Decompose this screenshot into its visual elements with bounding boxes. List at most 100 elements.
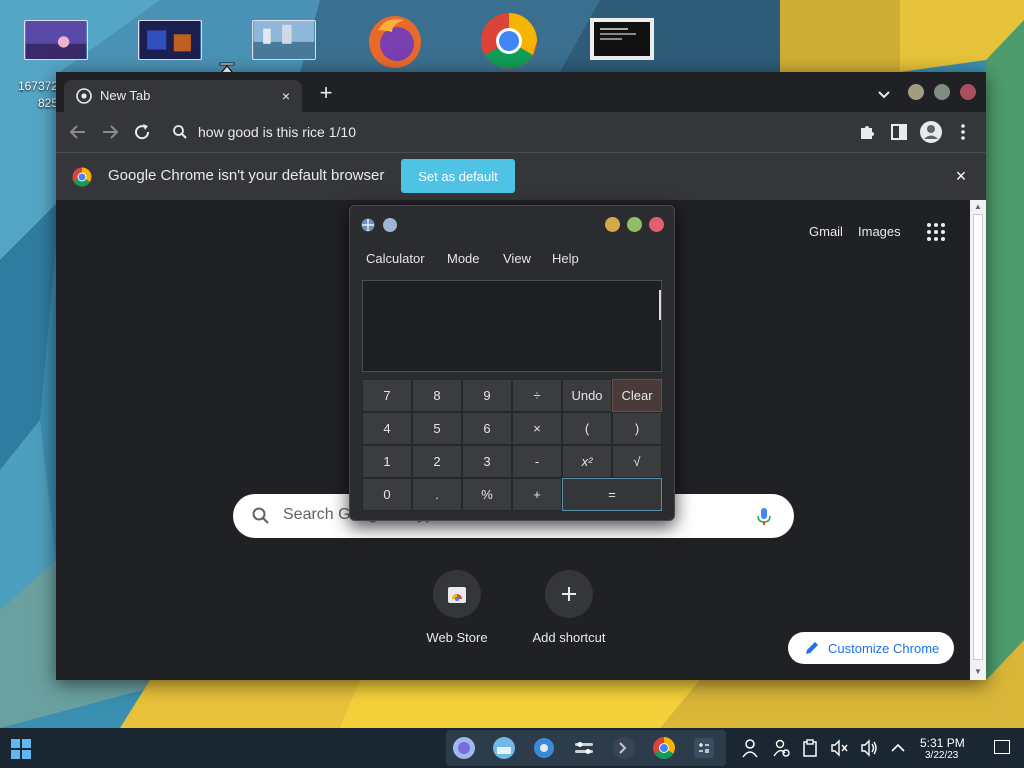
system-settings-icon[interactable] [572, 736, 596, 760]
chrome-toolbar: how good is this rice 1/10 [56, 112, 986, 152]
volume-icon[interactable] [859, 738, 879, 758]
side-panel-icon[interactable] [887, 120, 911, 144]
menu-view[interactable]: View [503, 251, 531, 266]
microphone-icon[interactable] [754, 506, 774, 526]
calculator-display[interactable] [362, 280, 662, 372]
desktop-file-label: 167372 825 [0, 78, 58, 112]
new-tab-button[interactable]: + [314, 82, 338, 106]
desktop-file-label-line2: 825 [37, 96, 58, 110]
page-scrollbar[interactable]: ▲ ▼ [970, 200, 986, 680]
taskbar: 5:31 PM 3/22/23 [0, 728, 1024, 768]
window-minimize-button[interactable] [908, 84, 924, 100]
google-apps-grid-icon[interactable] [924, 220, 948, 244]
infobar-close-button[interactable]: × [950, 165, 972, 187]
images-link[interactable]: Images [858, 224, 901, 239]
clock-date[interactable]: 3/22/23 [925, 750, 958, 761]
key-8[interactable]: 8 [412, 379, 462, 412]
desktop-image-file-1[interactable] [24, 16, 90, 64]
desktop-image-file-3[interactable] [252, 16, 318, 64]
shortcut-label: Web Store [426, 630, 488, 645]
chrome-icon[interactable] [480, 12, 538, 70]
customize-chrome-label: Customize Chrome [828, 641, 940, 656]
shortcut-web-store[interactable]: Web Store [401, 570, 513, 660]
key-right-paren[interactable]: ) [612, 412, 662, 445]
menu-mode[interactable]: Mode [447, 251, 480, 266]
key-5[interactable]: 5 [412, 412, 462, 445]
key-equals[interactable]: = [562, 478, 662, 511]
scroll-up-arrow-icon[interactable]: ▲ [974, 203, 982, 211]
menu-help[interactable]: Help [552, 251, 579, 266]
back-arrow-icon[interactable] [66, 120, 90, 144]
calculator-taskbar-icon[interactable] [692, 736, 716, 760]
key-square-root[interactable]: √ [612, 445, 662, 478]
key-divide[interactable]: ÷ [512, 379, 562, 412]
calculator-minimize-button[interactable] [605, 217, 620, 232]
infobar-message: Google Chrome isn't your default browser [108, 167, 385, 184]
shortcut-add[interactable]: Add shortcut [513, 570, 625, 660]
extensions-puzzle-icon[interactable] [855, 120, 879, 144]
keep-on-top-button[interactable] [383, 218, 397, 232]
shortcut-tile [433, 570, 481, 618]
terminal-icon[interactable] [612, 736, 636, 760]
tab-new-tab[interactable]: New Tab × [64, 80, 302, 112]
gmail-link[interactable]: Gmail [809, 224, 843, 239]
key-multiply[interactable]: × [512, 412, 562, 445]
key-2[interactable]: 2 [412, 445, 462, 478]
scrollbar-thumb[interactable] [973, 214, 983, 660]
clipboard-icon[interactable] [800, 738, 820, 758]
key-left-paren[interactable]: ( [562, 412, 612, 445]
settings-gear-icon[interactable] [532, 736, 556, 760]
reload-icon[interactable] [130, 120, 154, 144]
calculator-close-button[interactable] [649, 217, 664, 232]
key-4[interactable]: 4 [362, 412, 412, 445]
window-close-button[interactable] [960, 84, 976, 100]
tab-close-button[interactable]: × [276, 86, 296, 106]
calculator-menubar: Calculator Mode View Help [350, 246, 674, 274]
desktop-image-file-2[interactable] [138, 16, 204, 64]
key-clear[interactable]: Clear [612, 379, 662, 412]
start-menu-icon[interactable] [10, 738, 32, 760]
show-desktop-button[interactable] [994, 740, 1010, 754]
file-manager-icon[interactable] [492, 736, 516, 760]
tray-expand-chevron-icon[interactable] [888, 738, 908, 758]
chrome-favicon-icon [76, 88, 92, 104]
more-menu-icon[interactable] [951, 120, 975, 144]
text-caret [659, 290, 661, 320]
profile-avatar-icon[interactable] [919, 120, 943, 144]
mute-icon[interactable] [829, 738, 849, 758]
key-1[interactable]: 1 [362, 445, 412, 478]
terminal-video-file-icon[interactable] [590, 18, 654, 60]
forward-arrow-icon[interactable] [98, 120, 122, 144]
clock-time[interactable]: 5:31 PM [920, 736, 965, 750]
key-add[interactable]: + [512, 478, 562, 511]
key-undo[interactable]: Undo [562, 379, 612, 412]
user-switch-icon[interactable] [771, 738, 791, 758]
set-as-default-button[interactable]: Set as default [401, 159, 515, 193]
calculator-app-icon [361, 218, 375, 232]
key-3[interactable]: 3 [462, 445, 512, 478]
key-subtract[interactable]: - [512, 445, 562, 478]
desktop-file-label-line1: 167372 [17, 79, 58, 93]
shortcut-tile [545, 570, 593, 618]
app-launcher-icon[interactable] [452, 736, 476, 760]
customize-chrome-button[interactable]: Customize Chrome [788, 632, 954, 664]
key-7[interactable]: 7 [362, 379, 412, 412]
tab-search-chevron-icon[interactable] [874, 84, 894, 104]
key-percent[interactable]: % [462, 478, 512, 511]
calculator-maximize-button[interactable] [627, 217, 642, 232]
firefox-icon[interactable] [366, 12, 424, 70]
address-bar[interactable]: how good is this rice 1/10 [164, 116, 844, 148]
user-icon[interactable] [740, 738, 760, 758]
key-decimal[interactable]: . [412, 478, 462, 511]
search-icon [173, 125, 187, 139]
calculator-titlebar [350, 206, 674, 242]
chrome-taskbar-icon[interactable] [652, 736, 676, 760]
plus-icon [562, 587, 576, 601]
key-6[interactable]: 6 [462, 412, 512, 445]
key-square[interactable]: x² [562, 445, 612, 478]
scroll-down-arrow-icon[interactable]: ▼ [974, 668, 982, 676]
menu-calculator[interactable]: Calculator [366, 251, 425, 266]
key-9[interactable]: 9 [462, 379, 512, 412]
window-maximize-button[interactable] [934, 84, 950, 100]
key-0[interactable]: 0 [362, 478, 412, 511]
